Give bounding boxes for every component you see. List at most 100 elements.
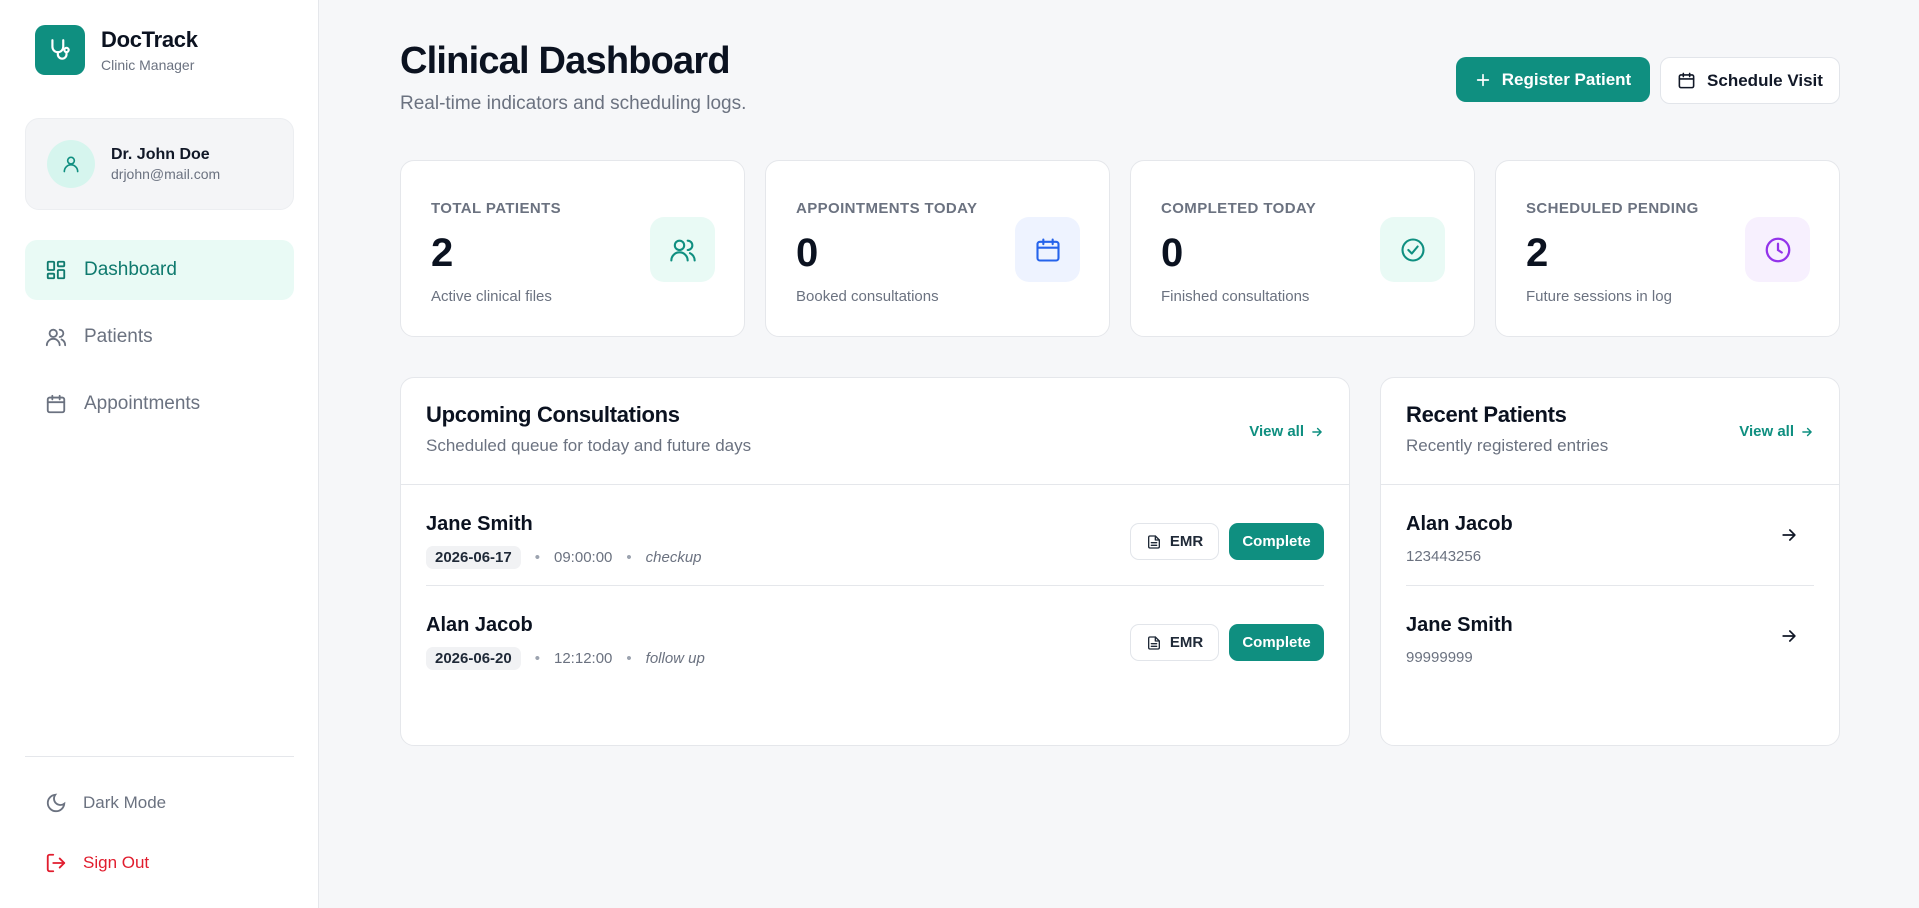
patient-name: Alan Jacob [1406,513,1513,535]
separator: • [626,549,632,566]
stat-desc: Future sessions in log [1526,288,1672,305]
separator: • [626,650,632,667]
separator: • [534,650,540,667]
document-icon [1147,635,1160,650]
patient-name: Alan Jacob [426,614,533,636]
user-email: drjohn@mail.com [111,166,221,182]
panel-header: Upcoming Consultations Scheduled queue f… [401,378,1349,485]
recent-patient-row[interactable]: Jane Smith 99999999 [1406,586,1814,687]
appointment-time: 12:12:00 [554,650,613,667]
stat-desc: Booked consultations [796,288,939,305]
stat-desc: Active clinical files [431,288,552,305]
consultation-meta: 2026-06-20 • 12:12:00 • follow up [426,647,705,670]
date-chip: 2026-06-17 [426,546,521,569]
emr-button[interactable]: EMR [1130,523,1219,560]
arrow-right-icon [1312,427,1322,436]
user-name: Dr. John Doe [111,146,210,163]
emr-button[interactable]: EMR [1130,624,1219,661]
stat-value: 0 [1161,231,1184,275]
plus-icon [1476,73,1489,86]
patient-id: 123443256 [1406,548,1482,565]
sidebar-item-label: Patients [84,326,153,347]
stat-label: APPOINTMENTS TODAY [796,200,978,217]
recent-patient-row[interactable]: Alan Jacob 123443256 [1406,485,1814,586]
check-circle-icon [1380,217,1445,282]
arrow-right-icon[interactable] [1779,525,1799,545]
date-chip: 2026-06-20 [426,647,521,670]
sidebar-item-dashboard[interactable]: Dashboard [25,240,294,300]
arrow-right-icon [1802,427,1812,436]
view-all-label: View all [1739,423,1794,440]
stethoscope-icon [35,25,85,75]
appointment-type: checkup [645,549,702,566]
dark-mode-toggle[interactable]: Dark Mode [45,792,166,814]
separator: • [534,549,540,566]
panel-header: Recent Patients Recently registered entr… [1381,378,1839,485]
register-patient-button[interactable]: Register Patient [1456,57,1650,102]
appointment-type: follow up [645,650,705,667]
appointment-time: 09:00:00 [554,549,613,566]
panel-title: Recent Patients [1406,402,1567,427]
sidebar-nav: Dashboard Patients Appointments [25,240,294,441]
page-subtitle: Real-time indicators and scheduling logs… [400,93,747,114]
stat-card-completed-today: COMPLETED TODAY 0 Finished consultations [1130,160,1475,337]
consultation-meta: 2026-06-17 • 09:00:00 • checkup [426,546,702,569]
stat-label: COMPLETED TODAY [1161,200,1317,217]
sign-out-button[interactable]: Sign Out [45,852,149,874]
stat-desc: Finished consultations [1161,288,1310,305]
calendar-icon [1678,72,1695,89]
sidebar-item-patients[interactable]: Patients [25,307,294,367]
brand-name: DocTrack [101,27,198,52]
register-patient-label: Register Patient [1501,69,1632,89]
schedule-visit-button[interactable]: Schedule Visit [1660,57,1840,104]
sidebar: DocTrack Clinic Manager Dr. John Doe drj… [0,0,319,908]
brand[interactable]: DocTrack Clinic Manager [35,25,198,75]
users-icon [45,328,67,347]
patient-name: Jane Smith [426,513,533,535]
stat-card-total-patients: TOTAL PATIENTS 2 Active clinical files [400,160,745,337]
sidebar-item-appointments[interactable]: Appointments [25,374,294,434]
complete-button[interactable]: Complete [1229,624,1324,661]
sidebar-divider [25,756,294,757]
stat-label: TOTAL PATIENTS [431,200,562,217]
user-profile-card[interactable]: Dr. John Doe drjohn@mail.com [25,118,294,210]
document-icon [1147,534,1160,549]
stat-card-appointments-today: APPOINTMENTS TODAY 0 Booked consultation… [765,160,1110,337]
consultation-row: Alan Jacob 2026-06-20 • 12:12:00 • follo… [426,586,1324,687]
view-all-consultations-link[interactable]: View all [1249,423,1324,440]
dashboard-grid-icon [46,260,66,280]
patient-id: 99999999 [1406,649,1473,666]
clock-icon [1745,217,1810,282]
avatar [47,140,95,188]
view-all-label: View all [1249,423,1304,440]
sidebar-item-label: Dashboard [84,259,177,280]
dark-mode-label: Dark Mode [83,793,167,812]
calendar-icon [46,394,66,414]
panel-subtitle: Recently registered entries [1406,436,1609,455]
stat-value: 2 [431,231,454,275]
view-all-patients-link[interactable]: View all [1739,423,1814,440]
stat-value: 2 [1526,231,1549,275]
page-title: Clinical Dashboard [400,40,731,82]
stat-card-scheduled-pending: SCHEDULED PENDING 2 Future sessions in l… [1495,160,1840,337]
schedule-visit-label: Schedule Visit [1707,70,1823,90]
stat-value: 0 [796,231,819,275]
users-icon [650,217,715,282]
patient-name: Jane Smith [1406,614,1513,636]
brand-subtitle: Clinic Manager [101,57,195,73]
calendar-icon [1015,217,1080,282]
stat-label: SCHEDULED PENDING [1526,200,1699,217]
emr-label: EMR [1169,533,1204,550]
user-icon [63,156,79,173]
sidebar-item-label: Appointments [84,393,201,414]
recent-patients-panel: Recent Patients Recently registered entr… [1380,377,1840,746]
emr-label: EMR [1169,634,1204,651]
consultation-row: Jane Smith 2026-06-17 • 09:00:00 • check… [426,485,1324,586]
upcoming-consultations-panel: Upcoming Consultations Scheduled queue f… [400,377,1350,746]
complete-button[interactable]: Complete [1229,523,1324,560]
sign-out-icon [46,853,66,873]
panel-title: Upcoming Consultations [426,402,680,427]
panel-subtitle: Scheduled queue for today and future day… [426,436,752,455]
sign-out-label: Sign Out [83,853,150,872]
arrow-right-icon[interactable] [1779,626,1799,646]
